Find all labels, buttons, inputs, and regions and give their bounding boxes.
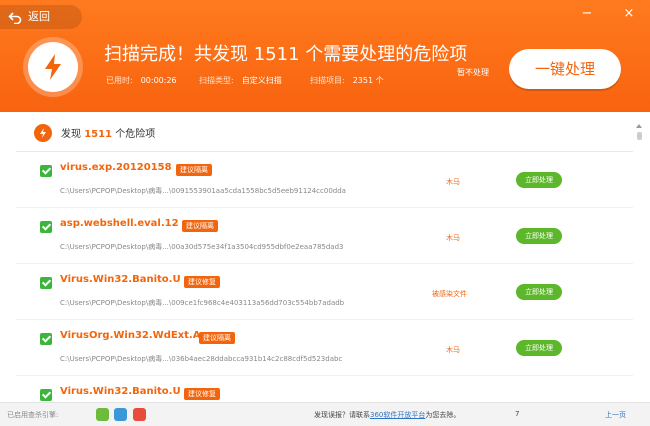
summary-count: 1511 — [84, 129, 113, 140]
fix-now-button[interactable]: 立即处理 — [516, 284, 562, 300]
fix-now-button[interactable]: 立即处理 — [516, 340, 562, 356]
threat-checkbox[interactable] — [40, 165, 52, 177]
threat-name: asp.webshell.eval.12 — [60, 218, 179, 229]
scan-type: 扫描类型: 自定义扫描 — [199, 75, 282, 86]
threat-name: VirusOrg.Win32.WdExt.A — [60, 330, 201, 341]
threat-checkbox[interactable] — [40, 389, 52, 401]
notice-suffix: 为您去除。 — [425, 411, 461, 419]
threat-tag: 建议隔离 — [199, 332, 235, 344]
threat-path: C:\Users\PCPOP\Desktop\病毒...\00a30d575e3… — [60, 243, 344, 251]
threat-checkbox[interactable] — [40, 333, 52, 345]
summary-prefix: 发现 — [61, 129, 81, 140]
threat-type: 被感染文件 — [432, 290, 467, 298]
threat-path: C:\Users\PCPOP\Desktop\病毒...\036b4aec28d… — [60, 355, 343, 363]
threat-item: Virus.Win32.Banito.U 建议修复 — [16, 376, 633, 402]
back-label: 返回 — [28, 10, 50, 23]
scan-type-value: 自定义扫描 — [241, 76, 282, 85]
previous-page-link[interactable]: 上一页 — [605, 410, 626, 420]
notice-prefix: 发现误报？请联系 — [314, 411, 370, 419]
engine-cloud-icon[interactable] — [96, 408, 109, 421]
elapsed-time: 已用时: 00:00:26 — [106, 75, 177, 86]
threat-tag: 建议修复 — [184, 276, 220, 288]
threat-type: 木马 — [446, 178, 460, 186]
engine-kernel-icon[interactable] — [133, 408, 146, 421]
skip-handling-link[interactable]: 暂不处理 — [457, 67, 489, 78]
fix-all-button[interactable]: 一键处理 — [509, 49, 621, 89]
elapsed-time-value: 00:00:26 — [140, 76, 177, 85]
back-button[interactable]: 返回 — [0, 5, 82, 29]
threat-tag: 建议隔离 — [182, 220, 218, 232]
scan-type-label: 扫描类型: — [199, 76, 234, 85]
status-bar: 已启用查杀引擎: 发现误报？请联系360软件开放平台为您去除。 7 上一页 — [0, 402, 650, 426]
threat-checkbox[interactable] — [40, 277, 52, 289]
threat-tag: 建议隔离 — [176, 164, 212, 176]
threat-name: Virus.Win32.Banito.U — [60, 386, 181, 397]
threat-summary-icon — [34, 124, 52, 142]
back-arrow-icon — [8, 12, 22, 24]
threat-item: asp.webshell.eval.12 建议隔离 C:\Users\PCPOP… — [16, 208, 633, 264]
threat-type: 木马 — [446, 346, 460, 354]
result-header: 返回 − × 扫描完成！共发现 1511 个需要处理的危险项 已用时: 00:00… — [0, 0, 650, 112]
threat-item: virus.exp.20120158 建议隔离 C:\Users\PCPOP\D… — [16, 152, 633, 208]
close-icon[interactable]: × — [622, 7, 636, 20]
threat-item: Virus.Win32.Banito.U 建议修复 C:\Users\PCPOP… — [16, 264, 633, 320]
threat-tag: 建议修复 — [184, 388, 220, 400]
engine-qvm-icon[interactable] — [114, 408, 127, 421]
elapsed-time-label: 已用时: — [106, 76, 133, 85]
scan-items-label: 扫描项目: — [310, 76, 345, 85]
scroll-thumb[interactable] — [636, 132, 642, 140]
fix-now-button[interactable]: 立即处理 — [516, 172, 562, 188]
threat-checkbox[interactable] — [40, 221, 52, 233]
page-indicator: 7 — [515, 410, 520, 418]
scan-result-window: 返回 − × 扫描完成！共发现 1511 个需要处理的危险项 已用时: 00:00… — [0, 0, 650, 426]
scrollbar[interactable] — [636, 124, 642, 394]
threat-type: 木马 — [446, 234, 460, 242]
threat-name: Virus.Win32.Banito.U — [60, 274, 181, 285]
lightning-icon — [28, 42, 78, 92]
result-title: 扫描完成！共发现 1511 个需要处理的危险项 — [104, 44, 468, 65]
scan-items: 扫描项目: 2351 个 — [310, 75, 384, 86]
threat-item: VirusOrg.Win32.WdExt.A 建议隔离 C:\Users\PCP… — [16, 320, 633, 376]
minimize-icon[interactable]: − — [580, 7, 594, 20]
threat-list: 发现 1511 个危险项 virus.exp.20120158 建议隔离 C:\… — [16, 112, 633, 402]
scan-items-value: 2351 个 — [352, 76, 384, 85]
open-platform-link[interactable]: 360软件开放平台 — [370, 411, 425, 419]
threat-path: C:\Users\PCPOP\Desktop\病毒...\009ce1fc968… — [60, 299, 345, 307]
fix-now-button[interactable]: 立即处理 — [516, 228, 562, 244]
threat-name: virus.exp.20120158 — [60, 162, 172, 173]
summary-row: 发现 1511 个危险项 — [16, 112, 633, 152]
summary-text: 发现 1511 个危险项 — [61, 125, 155, 140]
threat-path: C:\Users\PCPOP\Desktop\病毒...\0091553901a… — [60, 187, 346, 195]
false-positive-notice: 发现误报？请联系360软件开放平台为您去除。 — [314, 410, 460, 420]
scroll-up-icon[interactable] — [636, 124, 642, 128]
summary-suffix: 个危险项 — [115, 129, 156, 140]
engines-label: 已启用查杀引擎: — [7, 411, 59, 419]
